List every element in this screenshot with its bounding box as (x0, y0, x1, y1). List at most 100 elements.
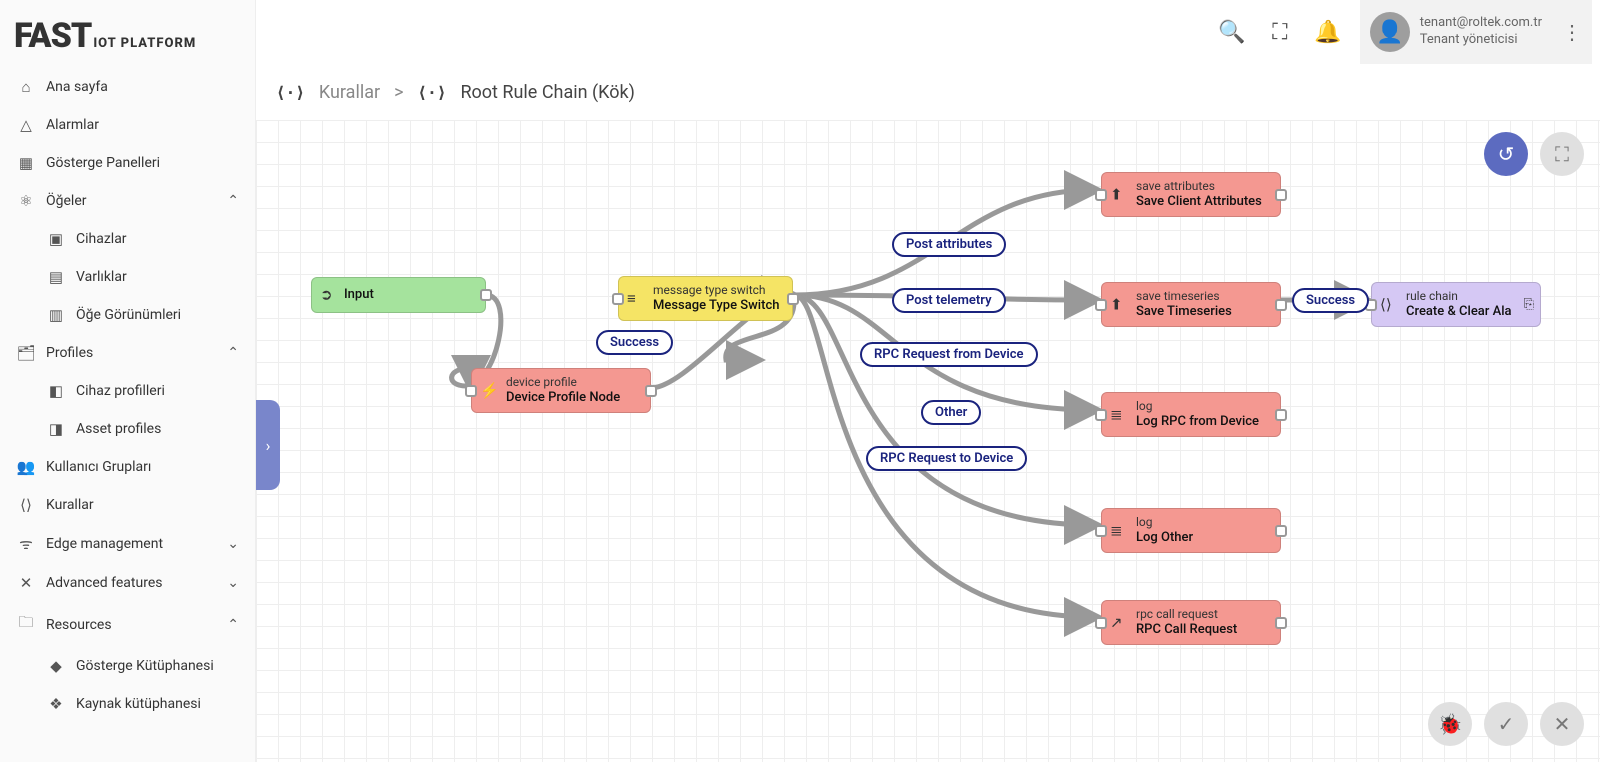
nav-asset-profiles[interactable]: ◨Asset profiles (0, 410, 255, 448)
nav-home[interactable]: ⌂Ana sayfa (0, 68, 255, 106)
user-role: Tenant yöneticisi (1420, 32, 1542, 49)
breadcrumb-sep: > (394, 82, 403, 103)
nav-views[interactable]: ▥Öğe Görünümleri (0, 296, 255, 334)
port-in[interactable] (1095, 299, 1107, 311)
node-rule-chain[interactable]: ⟨⟩ rule chain Create & Clear Alarm ⎘ (1371, 282, 1541, 327)
asset-icon: ▤ (46, 268, 66, 286)
port-out[interactable] (480, 289, 492, 301)
rules-icon: ⟨⟩ (16, 496, 36, 514)
port-in[interactable] (1095, 525, 1107, 537)
port-in[interactable] (612, 293, 624, 305)
port-in[interactable] (1095, 189, 1107, 201)
input-icon: ➲ (320, 286, 333, 305)
edge-label-rpc-to[interactable]: RPC Request to Device (866, 446, 1027, 471)
user-menu[interactable]: 👤 tenant@roltek.com.tr Tenant yöneticisi… (1360, 0, 1592, 64)
canvas-grid (256, 120, 1600, 762)
fullscreen-button[interactable]: ⛶ (1540, 132, 1584, 176)
resource-icon: ❖ (46, 695, 66, 713)
rules-icon: ⟨·⟩ (418, 83, 447, 102)
edge-icon: ᯤ (16, 534, 36, 554)
edge-label-rpc-from[interactable]: RPC Request from Device (860, 342, 1038, 367)
main: ⟨·⟩ Kurallar > ⟨·⟩ Root Rule Chain (Kök) (256, 64, 1600, 762)
nav-dashboards[interactable]: ▦Gösterge Panelleri (0, 144, 255, 182)
panel-expand-handle[interactable]: › (256, 400, 280, 490)
nav-profiles[interactable]: 🗂Profiles⌃ (0, 334, 255, 372)
port-out[interactable] (645, 385, 657, 397)
node-input[interactable]: ➲ Input (311, 277, 486, 313)
user-email: tenant@roltek.com.tr (1420, 15, 1542, 32)
more-icon[interactable]: ⋮ (1562, 20, 1582, 44)
dashboard-icon: ▦ (16, 154, 36, 172)
port-out[interactable] (787, 293, 799, 305)
edge-label-other[interactable]: Other (921, 400, 981, 425)
nav-resource-lib[interactable]: ❖Kaynak kütüphanesi (0, 685, 255, 723)
nav-edge[interactable]: ᯤEdge management⌄ (0, 524, 255, 564)
arrow-up-right-icon: ↗ (1110, 613, 1123, 632)
warning-icon: △ (16, 116, 36, 134)
sidebar: FASTIOT PLATFORM ⌂Ana sayfa △Alarmlar ▦G… (0, 0, 256, 762)
edge-label-post-attributes[interactable]: Post attributes (892, 232, 1006, 257)
upload-icon: ⬆ (1110, 295, 1123, 314)
nav-resources[interactable]: 🗀Resources⌃ (0, 602, 255, 647)
nav-rules[interactable]: ⟨⟩Kurallar (0, 486, 255, 524)
avatar-icon: 👤 (1370, 12, 1410, 52)
nav-widget-lib[interactable]: ◆Gösterge Kütüphanesi (0, 647, 255, 685)
port-out[interactable] (1275, 189, 1287, 201)
debug-button[interactable]: 🐞 (1428, 702, 1472, 746)
canvas-bottom-actions: 🐞 ✓ ✕ (1428, 702, 1584, 746)
nav-advanced[interactable]: ✕Advanced features⌄ (0, 564, 255, 602)
nav: ⌂Ana sayfa △Alarmlar ▦Gösterge Panelleri… (0, 68, 255, 762)
node-save-timeseries[interactable]: ⬆ save timeseries Save Timeseries (1101, 282, 1281, 327)
users-icon: 👥 (16, 458, 36, 476)
history-button[interactable]: ↺ (1484, 132, 1528, 176)
node-device-profile[interactable]: ⚡ device profile Device Profile Node (471, 368, 651, 413)
port-in[interactable] (1095, 409, 1107, 421)
nav-assets[interactable]: ▤Varlıklar (0, 258, 255, 296)
nav-items[interactable]: ⚛Öğeler⌃ (0, 182, 255, 220)
search-icon[interactable]: 🔍 (1208, 8, 1256, 56)
home-icon: ⌂ (16, 78, 36, 96)
port-out[interactable] (1275, 617, 1287, 629)
canvas[interactable]: ➲ Input ⚡ device profile Device Profile … (256, 120, 1600, 762)
filter-icon: ≡ (627, 289, 636, 308)
fullscreen-icon[interactable]: ⛶ (1256, 8, 1304, 56)
nav-alarms[interactable]: △Alarmlar (0, 106, 255, 144)
port-out[interactable] (1275, 525, 1287, 537)
upload-icon: ⬆ (1110, 185, 1123, 204)
nav-user-groups[interactable]: 👥Kullanıcı Grupları (0, 448, 255, 486)
edge-label-post-telemetry[interactable]: Post telemetry (892, 288, 1006, 313)
node-log-rpc[interactable]: ≣ log Log RPC from Device (1101, 392, 1281, 437)
edge-label-success[interactable]: Success (1292, 288, 1369, 313)
breadcrumb-root[interactable]: Kurallar (319, 82, 380, 103)
view-icon: ▥ (46, 306, 66, 324)
list-icon: ≣ (1110, 405, 1123, 424)
node-log-other[interactable]: ≣ log Log Other (1101, 508, 1281, 553)
nav-device-profiles[interactable]: ◧Cihaz profilleri (0, 372, 255, 410)
edge-label-success[interactable]: Success (596, 330, 673, 355)
apply-button[interactable]: ✓ (1484, 702, 1528, 746)
node-save-attributes[interactable]: ⬆ save attributes Save Client Attributes (1101, 172, 1281, 217)
widget-icon: ◆ (46, 657, 66, 675)
port-out[interactable] (1275, 299, 1287, 311)
folder-icon: 🗀 (16, 612, 36, 637)
node-switch[interactable]: ≡ message type switch Message Type Switc… (618, 276, 793, 321)
chevron-up-icon: ⌃ (227, 345, 239, 361)
device-profile-icon: ◧ (46, 382, 66, 400)
canvas-top-actions: ↺ ⛶ (1484, 132, 1584, 176)
bolt-icon: ⚡ (480, 381, 499, 400)
bell-icon[interactable]: 🔔 (1304, 8, 1352, 56)
list-icon: ≣ (1110, 521, 1123, 540)
port-out[interactable] (1275, 409, 1287, 421)
chevron-down-icon: ⌄ (227, 536, 239, 552)
topbar: 🔍 ⛶ 🔔 👤 tenant@roltek.com.tr Tenant yöne… (256, 0, 1600, 64)
node-rpc-call[interactable]: ↗ rpc call request RPC Call Request (1101, 600, 1281, 645)
asset-profile-icon: ◨ (46, 420, 66, 438)
port-in[interactable] (465, 385, 477, 397)
nav-devices[interactable]: ▣Cihazlar (0, 220, 255, 258)
chevron-up-icon: ⌃ (227, 193, 239, 209)
breadcrumb-current: Root Rule Chain (Kök) (460, 82, 634, 103)
device-icon: ▣ (46, 230, 66, 248)
cancel-button[interactable]: ✕ (1540, 702, 1584, 746)
share-icon: ⚛ (16, 192, 36, 210)
port-in[interactable] (1095, 617, 1107, 629)
